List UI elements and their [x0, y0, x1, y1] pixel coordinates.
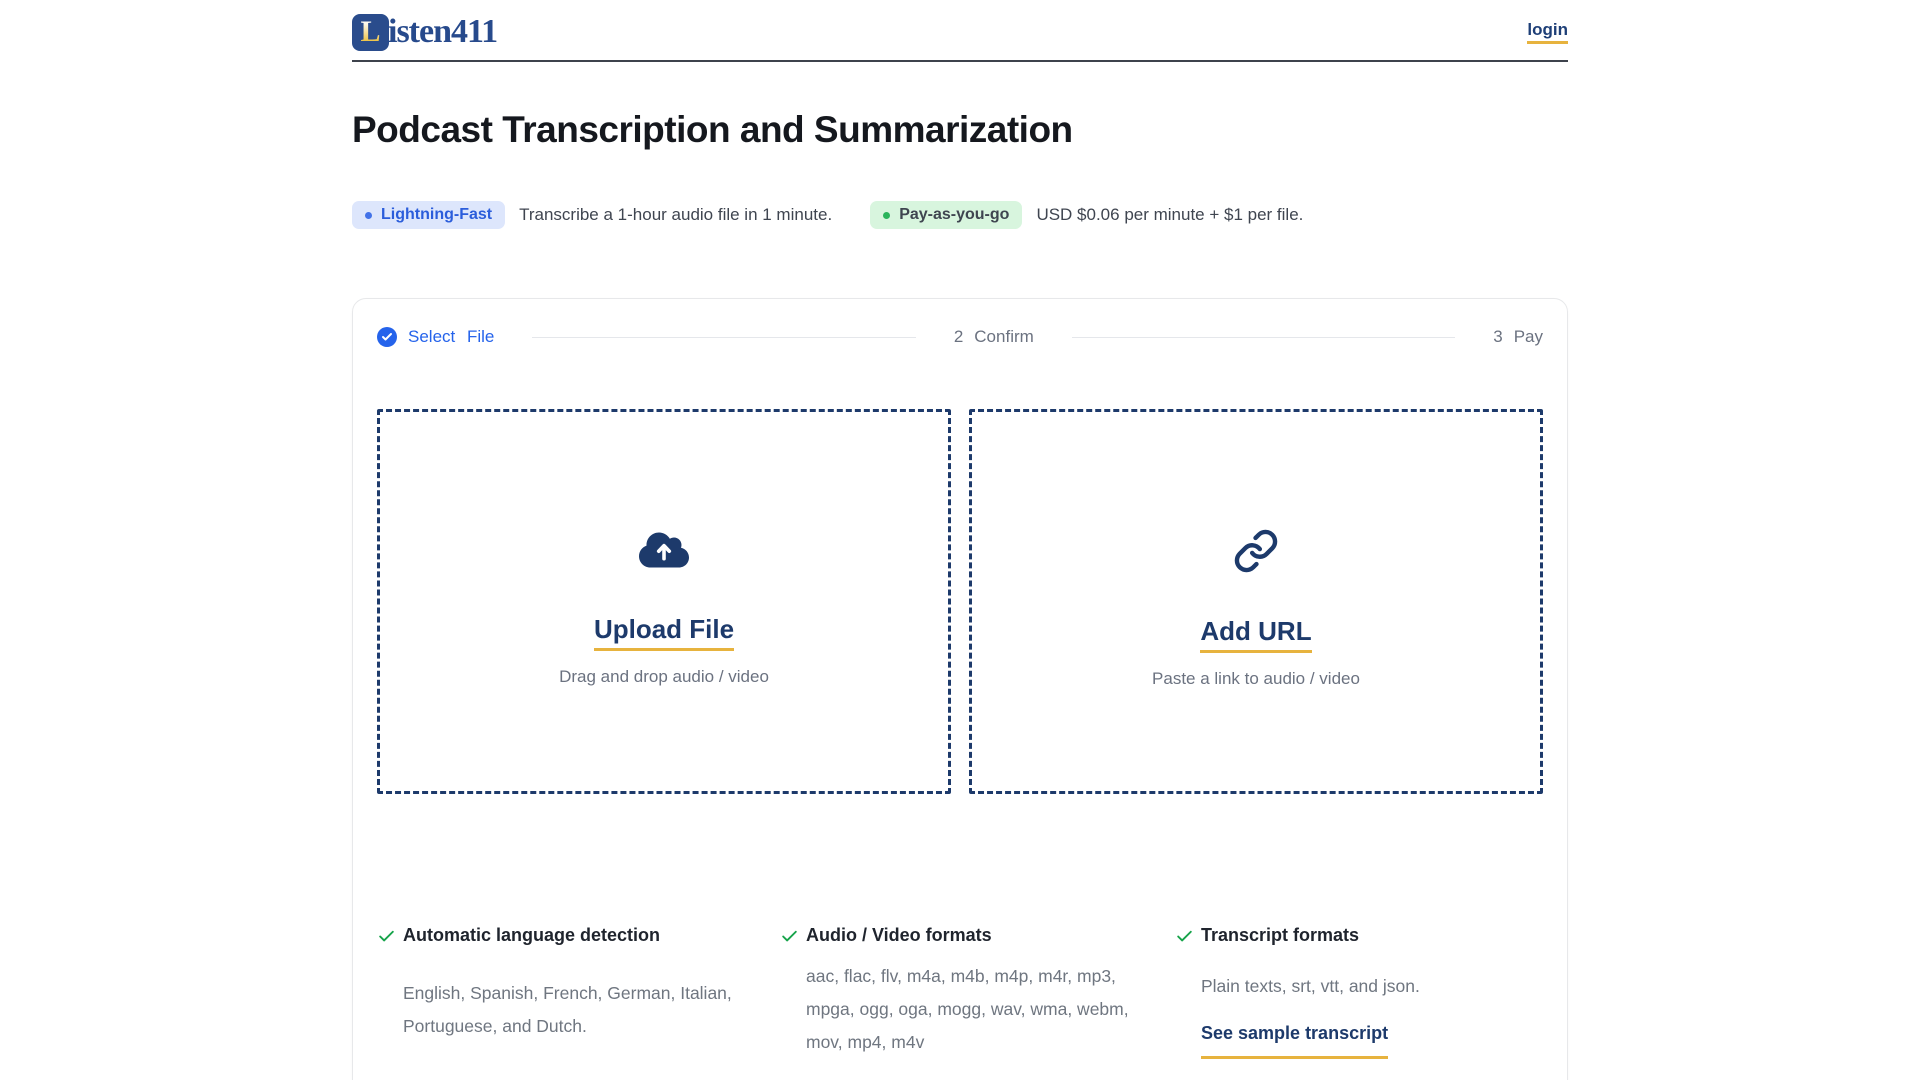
feature-transcript-formats: Transcript formats Plain texts, srt, vtt… — [1175, 925, 1543, 1059]
step-label: Select File — [408, 327, 494, 347]
upload-file-dropzone[interactable]: Upload File Drag and drop audio / video — [377, 409, 951, 794]
step-number: 2 — [954, 327, 963, 347]
step-number: 3 — [1493, 327, 1502, 347]
add-url-hint: Paste a link to audio / video — [1152, 669, 1360, 689]
green-dot-icon — [883, 212, 890, 219]
feature-title: Automatic language detection — [403, 925, 764, 968]
header: L isten411 login — [352, 0, 1568, 62]
logo-text: isten411 — [388, 13, 497, 51]
upload-file-link[interactable]: Upload File — [594, 614, 734, 651]
step-complete-check-icon — [377, 327, 397, 347]
cloud-upload-icon — [639, 528, 689, 572]
badge-lightning-fast: Lightning-Fast — [352, 201, 505, 229]
feature-title: Transcript formats — [1201, 925, 1543, 961]
badge-description: Transcribe a 1-hour audio file in 1 minu… — [519, 205, 832, 225]
step-label: Pay — [1514, 327, 1543, 347]
badge-label: Pay-as-you-go — [899, 206, 1009, 224]
feature-text: Plain texts, srt, vtt, and json. — [1201, 970, 1543, 1013]
feature-av-formats: Audio / Video formats aac, flac, flv, m4… — [780, 925, 1159, 1059]
badges-row: Lightning-Fast Transcribe a 1-hour audio… — [352, 201, 1568, 229]
logo[interactable]: L isten411 — [352, 13, 497, 51]
step-pay: 3 Pay — [1493, 327, 1543, 347]
check-icon — [377, 927, 403, 968]
feature-title: Audio / Video formats — [806, 925, 1159, 951]
logo-mark-icon: L — [352, 14, 389, 51]
add-url-link[interactable]: Add URL — [1200, 616, 1311, 653]
badge-pay-as-you-go: Pay-as-you-go — [870, 201, 1022, 229]
stepper: Select File 2 Confirm 3 Pay — [377, 327, 1543, 347]
stepper-connector — [1072, 337, 1455, 338]
step-confirm: 2 Confirm — [954, 327, 1034, 347]
page-title: Podcast Transcription and Summarization — [352, 109, 1568, 151]
link-icon — [1233, 528, 1279, 574]
feature-text: aac, flac, flv, m4a, m4b, m4p, m4r, mp3,… — [806, 960, 1159, 1059]
badge-label: Lightning-Fast — [381, 206, 492, 224]
add-url-dropzone[interactable]: Add URL Paste a link to audio / video — [969, 409, 1543, 794]
upload-file-hint: Drag and drop audio / video — [559, 667, 769, 687]
transcription-card: Select File 2 Confirm 3 Pay — [352, 298, 1568, 1080]
stepper-connector — [532, 337, 915, 338]
upload-options: Upload File Drag and drop audio / video … — [377, 409, 1543, 794]
check-icon — [780, 927, 806, 951]
check-icon — [1175, 927, 1201, 961]
features-row: Automatic language detection English, Sp… — [377, 925, 1543, 1080]
blue-dot-icon — [365, 212, 372, 219]
badge-description: USD $0.06 per minute + $1 per file. — [1036, 205, 1303, 225]
feature-text: English, Spanish, French, German, Italia… — [403, 977, 764, 1060]
step-label: Confirm — [974, 327, 1034, 347]
see-sample-transcript-link[interactable]: See sample transcript — [1201, 1023, 1388, 1059]
login-link[interactable]: login — [1527, 20, 1568, 44]
step-select-file: Select File — [377, 327, 494, 347]
logo-mark-letter: L — [360, 17, 380, 47]
feature-language-detection: Automatic language detection English, Sp… — [377, 925, 764, 1059]
